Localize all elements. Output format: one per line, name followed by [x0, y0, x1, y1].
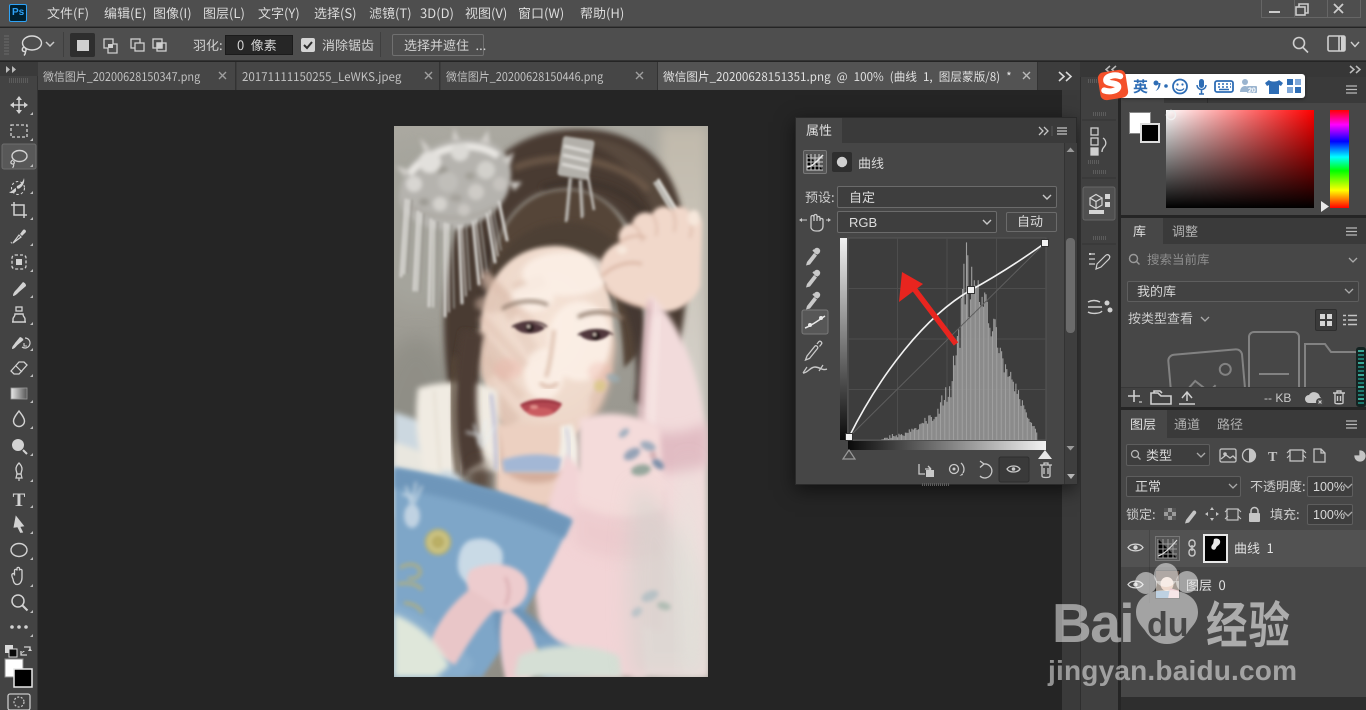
- svg-text:T: T: [13, 490, 26, 511]
- svg-text:T: T: [1268, 450, 1278, 465]
- svg-text:du: du: [1147, 606, 1189, 644]
- svg-text:Bai: Bai: [1052, 592, 1133, 654]
- svg-text:jingyan.baidu.com: jingyan.baidu.com: [1047, 655, 1297, 686]
- svg-text:20: 20: [1248, 88, 1256, 95]
